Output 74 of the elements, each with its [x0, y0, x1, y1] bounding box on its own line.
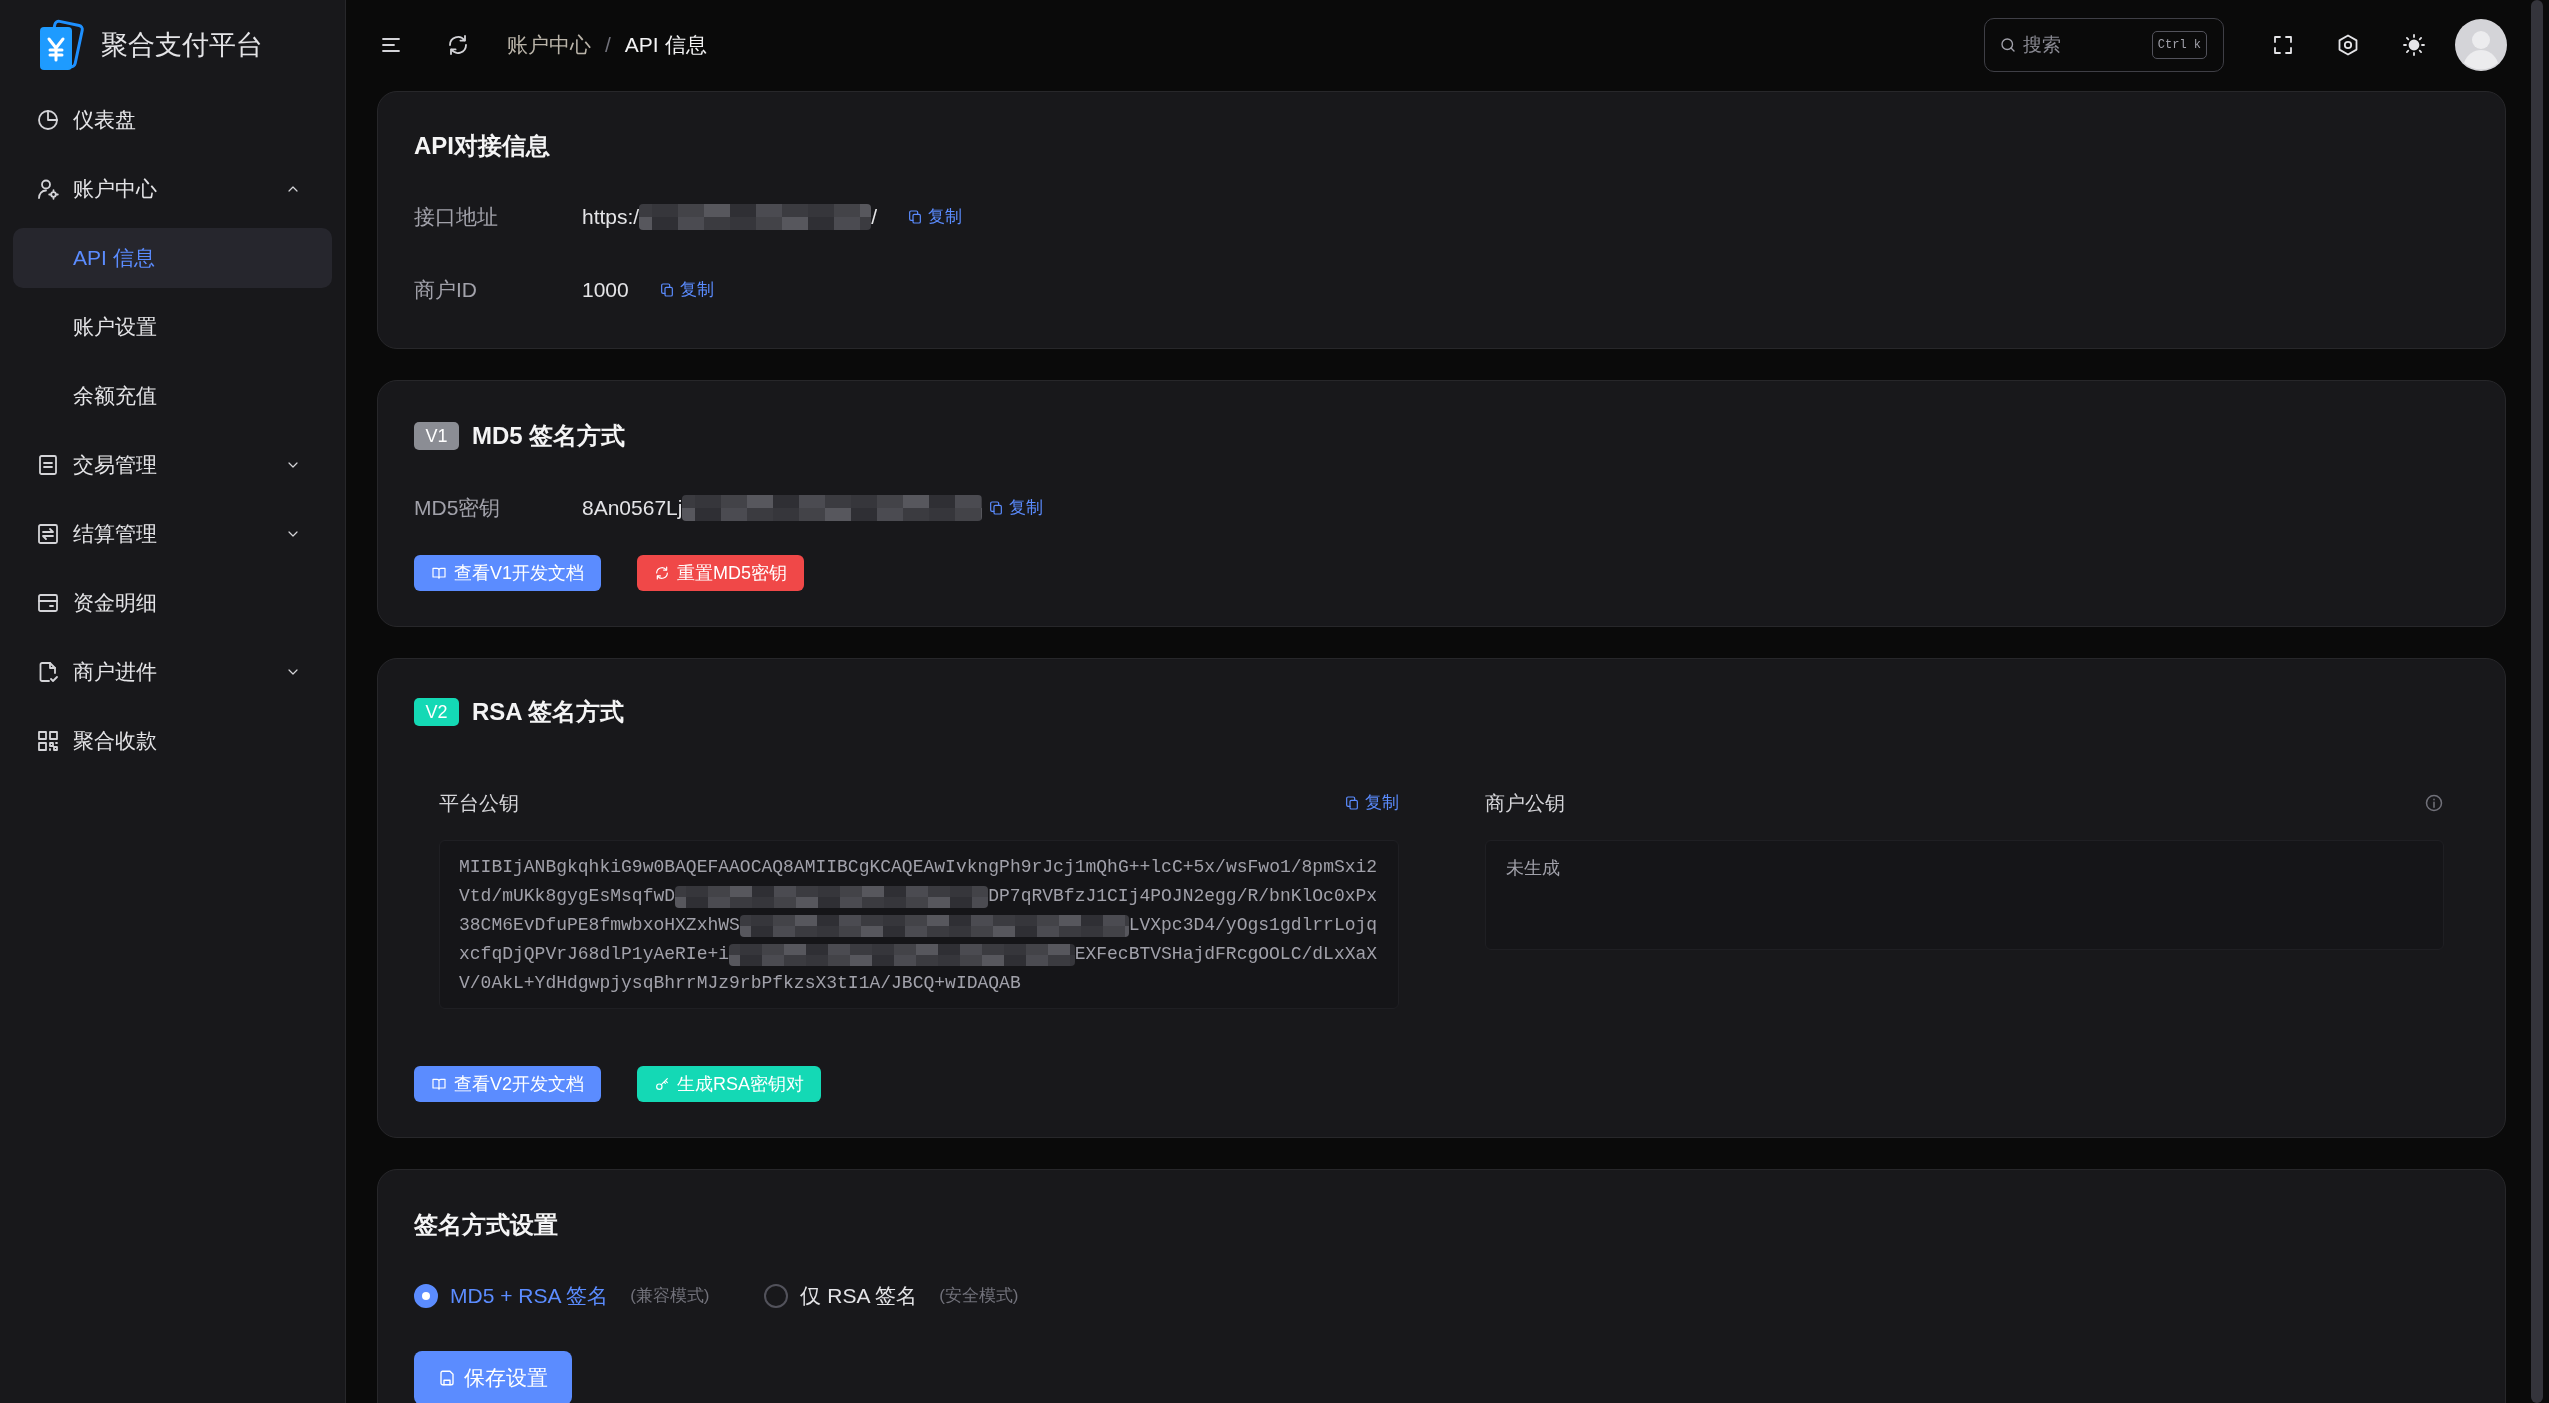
refresh-icon — [654, 565, 671, 581]
key-text: Vtd/mUKk8gygEsMsqfwD — [459, 885, 676, 908]
sidebar-item[interactable]: 账户中心 — [13, 159, 332, 219]
panel-title: 商户公钥 — [1484, 791, 1565, 816]
sidebar-item[interactable]: 交易管理 — [13, 435, 332, 495]
book-icon — [431, 1076, 447, 1092]
search-icon — [1999, 36, 2017, 54]
copy-icon — [907, 209, 924, 225]
transfer-icon — [36, 522, 60, 546]
mode-note: (兼容模式) — [630, 1285, 710, 1308]
shortcut-key: Ctrl k — [2151, 31, 2207, 59]
card-title: API对接信息 — [414, 131, 551, 161]
key-text: EXFecBTVSHajdFRcgOOLC/dLxXaX — [1074, 943, 1378, 966]
field-label: MD5密钥 — [414, 495, 502, 522]
sidebar-item[interactable]: 聚合收款 — [13, 711, 332, 771]
copy-button[interactable]: 复制 — [988, 495, 1044, 521]
key-text: 38CM6EvDfuPE8fmwbxoHXZxhWS — [459, 914, 740, 937]
settings-icon[interactable] — [2336, 33, 2360, 57]
copy-icon — [1343, 795, 1360, 811]
copy-button[interactable]: 复制 — [907, 204, 963, 230]
version-badge: V1 — [414, 422, 459, 450]
sidebar-item[interactable]: 资金明细 — [13, 573, 332, 633]
sidebar-subitem[interactable]: 余额充值 — [13, 366, 332, 426]
sun-icon[interactable] — [2402, 33, 2426, 57]
logo-title: 聚合支付平台 — [101, 28, 263, 62]
card-icon — [36, 591, 60, 615]
field-label: 接口地址 — [414, 204, 499, 231]
copy-icon — [658, 282, 675, 298]
key-text: V/0AkL+YdHdgwpjysqBhrrMJz9rbPfkzsX3tI1A/JBCQ+wIDAQAB — [459, 972, 1021, 995]
sidebar-item[interactable]: 商户进件 — [13, 642, 332, 702]
user-gear-icon — [36, 177, 60, 201]
copy-button[interactable]: 复制 — [658, 277, 714, 303]
copy-icon — [988, 500, 1005, 516]
mode-note: (安全模式) — [939, 1285, 1019, 1308]
key-text: LVXpc3D4/yOgs1gdlrrLojq — [1128, 914, 1378, 937]
sidebar-item[interactable]: 仪表盘 — [13, 90, 332, 150]
radio-button[interactable] — [414, 1284, 438, 1308]
book-icon — [431, 565, 447, 581]
info-icon[interactable] — [2424, 793, 2444, 813]
key-text: DP7qRVBfzJ1CIj4POJN2egg/R/bnKlOc0xPx — [988, 885, 1378, 908]
sidebar-subitem[interactable]: API 信息 — [13, 228, 332, 288]
key-icon — [654, 1076, 671, 1092]
field-value: https:/ — [582, 204, 640, 231]
field-value: 8An0567Lj — [582, 495, 683, 522]
search-input[interactable]: 搜索 — [2023, 30, 2113, 60]
card-title: 签名方式设置 — [414, 1210, 559, 1240]
fullscreen-icon[interactable] — [2271, 33, 2295, 57]
refresh-icon[interactable] — [446, 33, 470, 57]
version-badge: V2 — [414, 698, 459, 726]
card-title: MD5 签名方式 — [472, 421, 626, 451]
panel-title: 平台公钥 — [439, 791, 519, 816]
field-value: 1000 — [582, 277, 629, 304]
pie-chart-icon — [36, 108, 60, 132]
breadcrumb-item: API 信息 — [624, 32, 707, 59]
user-avatar[interactable] — [2455, 19, 2507, 71]
radio-label[interactable]: MD5 + RSA 签名 — [450, 1280, 609, 1312]
qr-code-icon — [36, 729, 60, 753]
sidebar-subitem[interactable]: 账户设置 — [13, 297, 332, 357]
breadcrumb-separator: / — [605, 32, 611, 59]
copy-button[interactable]: 复制 — [1343, 790, 1399, 816]
key-text: MIIBIjANBgkqhkiG9w0BAQEFAAOCAQ8AMIIBCgKCAQEAwIvkngPh9rJcj1mQhG++lcC+5x/wsFwo1/8pmSxi2 — [459, 856, 1378, 879]
field-label: 商户ID — [414, 277, 478, 304]
radio-label[interactable]: 仅 RSA 签名 — [800, 1280, 918, 1312]
save-icon — [438, 1369, 456, 1387]
card-title: RSA 签名方式 — [472, 697, 625, 727]
radio-button[interactable] — [764, 1284, 789, 1308]
empty-key-text: 未生成 — [1505, 858, 1560, 881]
scrollbar[interactable] — [2531, 0, 2543, 1403]
document-icon — [36, 453, 60, 477]
field-value-end: / — [871, 204, 878, 231]
key-text: xcfqDjQPVrJ68dlP1yAeRIe+i — [459, 943, 730, 966]
reset-button[interactable]: 重置MD5密钥 — [637, 555, 805, 591]
breadcrumb-item[interactable]: 账户中心 — [507, 29, 591, 61]
sidebar-item[interactable]: 结算管理 — [13, 504, 332, 564]
